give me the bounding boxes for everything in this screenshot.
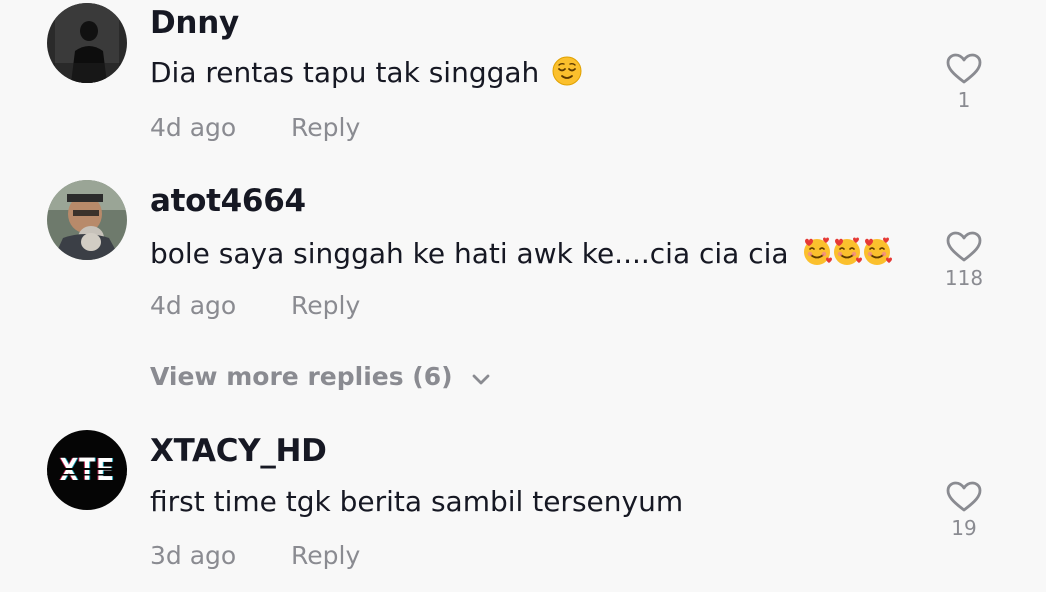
- avatar-image: XTE XTE XTE: [47, 430, 127, 510]
- comment-text-content: Dia rentas tapu tak singgah: [150, 56, 540, 89]
- avatar[interactable]: XTE XTE XTE: [47, 430, 127, 510]
- view-more-replies-button[interactable]: View more replies (6): [150, 362, 491, 391]
- like-button[interactable]: 19: [934, 481, 994, 540]
- heart-icon: [946, 231, 982, 262]
- chevron-down-icon: [472, 374, 490, 385]
- avatar[interactable]: [47, 180, 127, 260]
- like-count: 1: [957, 88, 971, 112]
- like-count: 19: [951, 516, 977, 540]
- username[interactable]: XTACY_HD: [150, 433, 327, 469]
- reply-button[interactable]: Reply: [291, 291, 360, 320]
- comment-timestamp: 3d ago: [150, 541, 237, 570]
- reply-button[interactable]: Reply: [291, 113, 360, 142]
- smiling-face-with-hearts-emoji-icon: [801, 235, 833, 274]
- avatar[interactable]: [47, 3, 127, 83]
- comment-timestamp: 4d ago: [150, 113, 237, 142]
- reply-button[interactable]: Reply: [291, 541, 360, 570]
- smiling-face-with-hearts-emoji-icon: [831, 235, 863, 274]
- comment-text-content: first time tgk berita sambil tersenyum: [150, 485, 684, 518]
- heart-icon: [946, 481, 982, 512]
- avatar-image: [47, 180, 127, 260]
- comment-text: Dia rentas tapu tak singgah: [150, 56, 582, 93]
- view-more-replies-label: View more replies (6): [150, 362, 453, 391]
- smiling-face-with-hearts-emoji-icon: [861, 235, 893, 274]
- avatar-logo-text: XTE: [60, 453, 114, 488]
- like-count: 118: [944, 266, 984, 290]
- comment-text: first time tgk berita sambil tersenyum: [150, 485, 683, 518]
- username[interactable]: atot4664: [150, 183, 306, 219]
- relieved-face-emoji-icon: [552, 56, 582, 93]
- like-button[interactable]: 1: [934, 53, 994, 112]
- comment-text-content: bole saya singgah ke hati awk ke....cia …: [150, 237, 789, 270]
- comment-timestamp: 4d ago: [150, 291, 237, 320]
- avatar-image: [47, 3, 127, 83]
- like-button[interactable]: 118: [934, 231, 994, 290]
- comment-text: bole saya singgah ke hati awk ke....cia …: [150, 235, 893, 274]
- heart-icon: [946, 53, 982, 84]
- username[interactable]: Dnny: [150, 5, 239, 41]
